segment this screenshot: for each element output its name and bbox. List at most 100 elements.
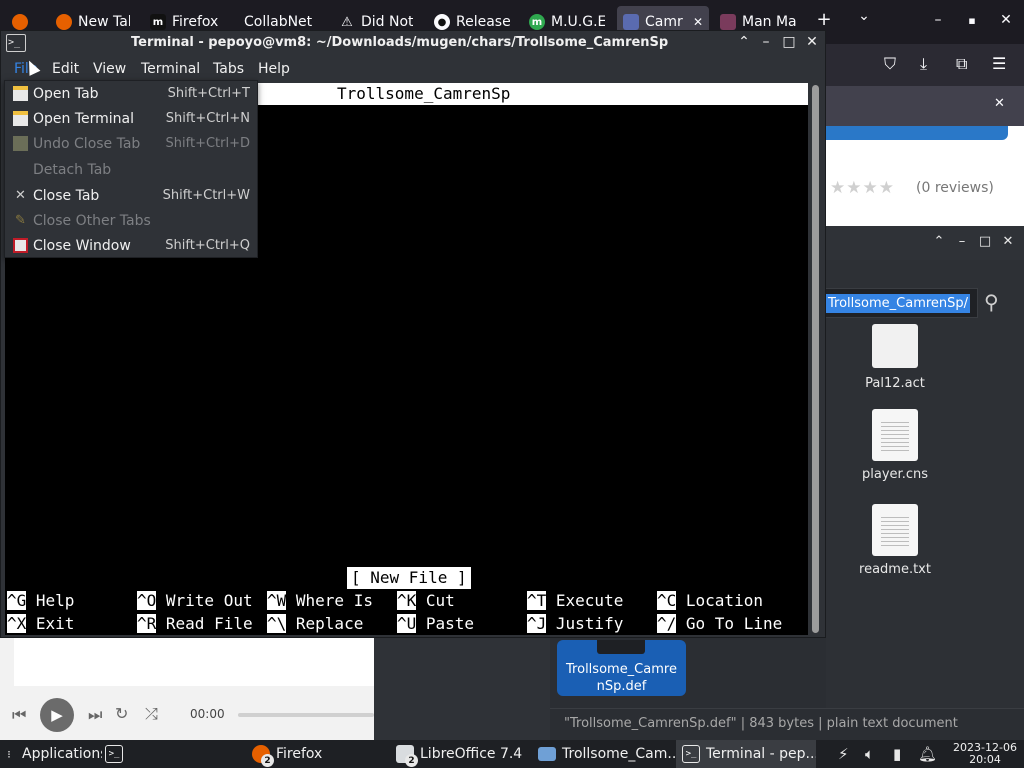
firefox-notification-bar: ✕ bbox=[826, 86, 1024, 126]
chevron-up-icon[interactable]: ⌃ bbox=[735, 34, 753, 50]
firefox-minimize-button[interactable]: – bbox=[928, 12, 948, 28]
volume-icon[interactable]: 🔈︎ bbox=[865, 745, 874, 763]
network-icon[interactable]: ⚡ bbox=[838, 745, 849, 763]
file-manager-close-button[interactable]: ✕ bbox=[1000, 234, 1016, 249]
menu-item-close-window[interactable]: Close Window Shift+Ctrl+Q bbox=[5, 234, 257, 259]
m-icon: m bbox=[529, 14, 545, 30]
terminal-maximize-button[interactable]: □ bbox=[780, 34, 798, 50]
skip-forward-icon[interactable]: ⏭ bbox=[88, 705, 102, 725]
search-icon[interactable]: ⚲ bbox=[984, 290, 999, 314]
reviews-count[interactable]: (0 reviews) bbox=[916, 180, 994, 196]
menu-icon[interactable]: ☰ bbox=[992, 54, 1006, 73]
warning-icon: ⚠ bbox=[341, 14, 353, 30]
firefox-toolbar: ⛉ ⤓ ⧉ ☰ bbox=[826, 44, 1024, 86]
menu-item-close-tab[interactable]: ✕ Close Tab Shift+Ctrl+W bbox=[5, 184, 257, 209]
menu-help[interactable]: Help bbox=[258, 61, 290, 77]
terminal-close-button[interactable]: ✕ bbox=[803, 34, 821, 50]
pocket-icon[interactable]: ⛉ bbox=[884, 54, 896, 74]
repeat-icon[interactable]: ↻ bbox=[115, 704, 128, 723]
shortcut-cut: ^K Cut bbox=[397, 591, 455, 610]
shortcut-help: ^G Help bbox=[7, 591, 75, 610]
taskbar-item-libreoffice[interactable]: 2 LibreOffice 7.4 bbox=[390, 740, 530, 768]
new-window-icon bbox=[13, 111, 28, 126]
file-item[interactable]: player.cns bbox=[840, 409, 950, 482]
terminal-minimize-button[interactable]: – bbox=[757, 34, 775, 50]
location-field[interactable]: Trollsome_CamrenSp/ bbox=[826, 288, 978, 318]
m-icon: m bbox=[150, 14, 166, 30]
tab-label: Man Ma bbox=[742, 14, 797, 30]
firefox-maximize-button[interactable]: ▪ bbox=[962, 14, 982, 27]
selected-file-item[interactable]: Trollsome_CamrenSp.def bbox=[557, 640, 686, 696]
terminal-titlebar[interactable]: >_ Terminal - pepoyo@vm8: ~/Downloads/mu… bbox=[1, 31, 825, 57]
github-icon: ● bbox=[434, 14, 450, 30]
file-manager-minimize-button[interactable]: – bbox=[954, 234, 970, 249]
menu-item-undo-close-tab: Undo Close Tab Shift+Ctrl+D bbox=[5, 132, 257, 157]
firefox-page-content: ★★★★ (0 reviews) bbox=[826, 126, 1024, 226]
clock[interactable]: 2023-12-06 20:04 bbox=[950, 742, 1020, 766]
menu-tabs[interactable]: Tabs bbox=[213, 61, 244, 77]
menu-edit[interactable]: Edit bbox=[52, 61, 79, 77]
menu-view[interactable]: View bbox=[93, 61, 126, 77]
firefox-close-button[interactable]: ✕ bbox=[996, 12, 1016, 28]
shortcut-exit: ^X Exit bbox=[7, 614, 75, 633]
applications-icon: ⁝ bbox=[7, 747, 11, 761]
shortcut-write-out: ^O Write Out bbox=[137, 591, 253, 610]
new-tab-icon bbox=[13, 86, 28, 101]
scrollbar-thumb[interactable] bbox=[812, 85, 819, 633]
close-icon: ✕ bbox=[15, 188, 26, 203]
tab-close-icon[interactable]: ✕ bbox=[693, 15, 703, 29]
tab-list-button[interactable]: ⌄ bbox=[854, 8, 874, 24]
firefox-icon: 2 bbox=[252, 745, 274, 767]
downloads-icon[interactable]: ⤓ bbox=[920, 54, 927, 74]
skip-back-icon[interactable]: ⏮ bbox=[12, 705, 26, 725]
menu-item-close-other-tabs: ✎ Close Other Tabs bbox=[5, 209, 257, 234]
close-window-icon bbox=[13, 238, 28, 253]
window-title: Terminal - pepoyo@vm8: ~/Downloads/mugen… bbox=[131, 35, 669, 50]
tab-label: New Tal bbox=[78, 14, 130, 30]
menu-terminal[interactable]: Terminal bbox=[141, 61, 200, 77]
shortcut-go-to-line: ^/ Go To Line bbox=[657, 614, 783, 633]
text-file-icon bbox=[872, 504, 918, 556]
shuffle-icon[interactable]: ⤮ bbox=[145, 704, 158, 724]
menu-item-open-terminal[interactable]: Open Terminal Shift+Ctrl+N bbox=[5, 107, 257, 132]
play-button[interactable]: ▶ bbox=[40, 698, 74, 732]
battery-icon[interactable]: ▮ bbox=[893, 745, 901, 763]
shortcut-replace: ^\ Replace bbox=[267, 614, 364, 633]
show-terminal-button[interactable]: >_ bbox=[105, 740, 135, 768]
text-file-icon bbox=[597, 640, 645, 654]
extensions-icon[interactable]: ⧉ bbox=[956, 54, 967, 74]
play-icon: ▶ bbox=[51, 706, 63, 724]
file-name: Pal12.act bbox=[865, 376, 925, 391]
file-manager-maximize-button[interactable]: □ bbox=[977, 234, 993, 249]
file-blank-icon bbox=[872, 324, 918, 368]
taskbar-item-file-manager[interactable]: Trollsome_Cam... bbox=[532, 740, 676, 768]
tab-label: Firefox bbox=[172, 14, 219, 30]
notification-bell-icon[interactable]: 🔔︎ bbox=[918, 745, 937, 763]
file-item[interactable]: Pal12.act bbox=[840, 324, 950, 391]
applications-menu-button[interactable]: ⁝ Applications bbox=[2, 740, 102, 768]
new-tab-button[interactable]: + bbox=[814, 9, 834, 30]
location-text: Trollsome_CamrenSp/ bbox=[826, 294, 971, 313]
applications-label: Applications bbox=[22, 746, 102, 762]
file-manager-titlebar: ⌃ – □ ✕ bbox=[826, 226, 1024, 260]
media-seek-slider[interactable] bbox=[238, 713, 374, 717]
libreoffice-icon: 2 bbox=[396, 745, 418, 767]
undo-tab-icon bbox=[13, 136, 28, 151]
terminal-icon[interactable]: >_ bbox=[6, 34, 26, 52]
shortcut-execute: ^T Execute bbox=[527, 591, 624, 610]
shortcut-justify: ^J Justify bbox=[527, 614, 624, 633]
notification-close-icon[interactable]: ✕ bbox=[994, 96, 1005, 111]
file-item[interactable]: readme.txt bbox=[840, 504, 950, 577]
chevron-up-icon[interactable]: ⌃ bbox=[931, 234, 947, 249]
taskbar-item-terminal[interactable]: >_ Terminal - pep... bbox=[676, 740, 816, 768]
tab-label: Release bbox=[456, 14, 510, 30]
menu-item-open-tab[interactable]: Open Tab Shift+Ctrl+T bbox=[5, 82, 257, 107]
text-file-icon bbox=[872, 409, 918, 461]
selected-file-name: Trollsome_CamrenSp.def bbox=[566, 662, 677, 694]
rating-stars: ★★★★ bbox=[830, 178, 895, 198]
terminal-icon: >_ bbox=[105, 745, 123, 763]
file-name: readme.txt bbox=[859, 562, 931, 577]
tab-label: M.U.G.E bbox=[551, 14, 605, 30]
taskbar-item-firefox[interactable]: 2 Firefox bbox=[246, 740, 386, 768]
terminal-scrollbar[interactable] bbox=[810, 83, 820, 635]
